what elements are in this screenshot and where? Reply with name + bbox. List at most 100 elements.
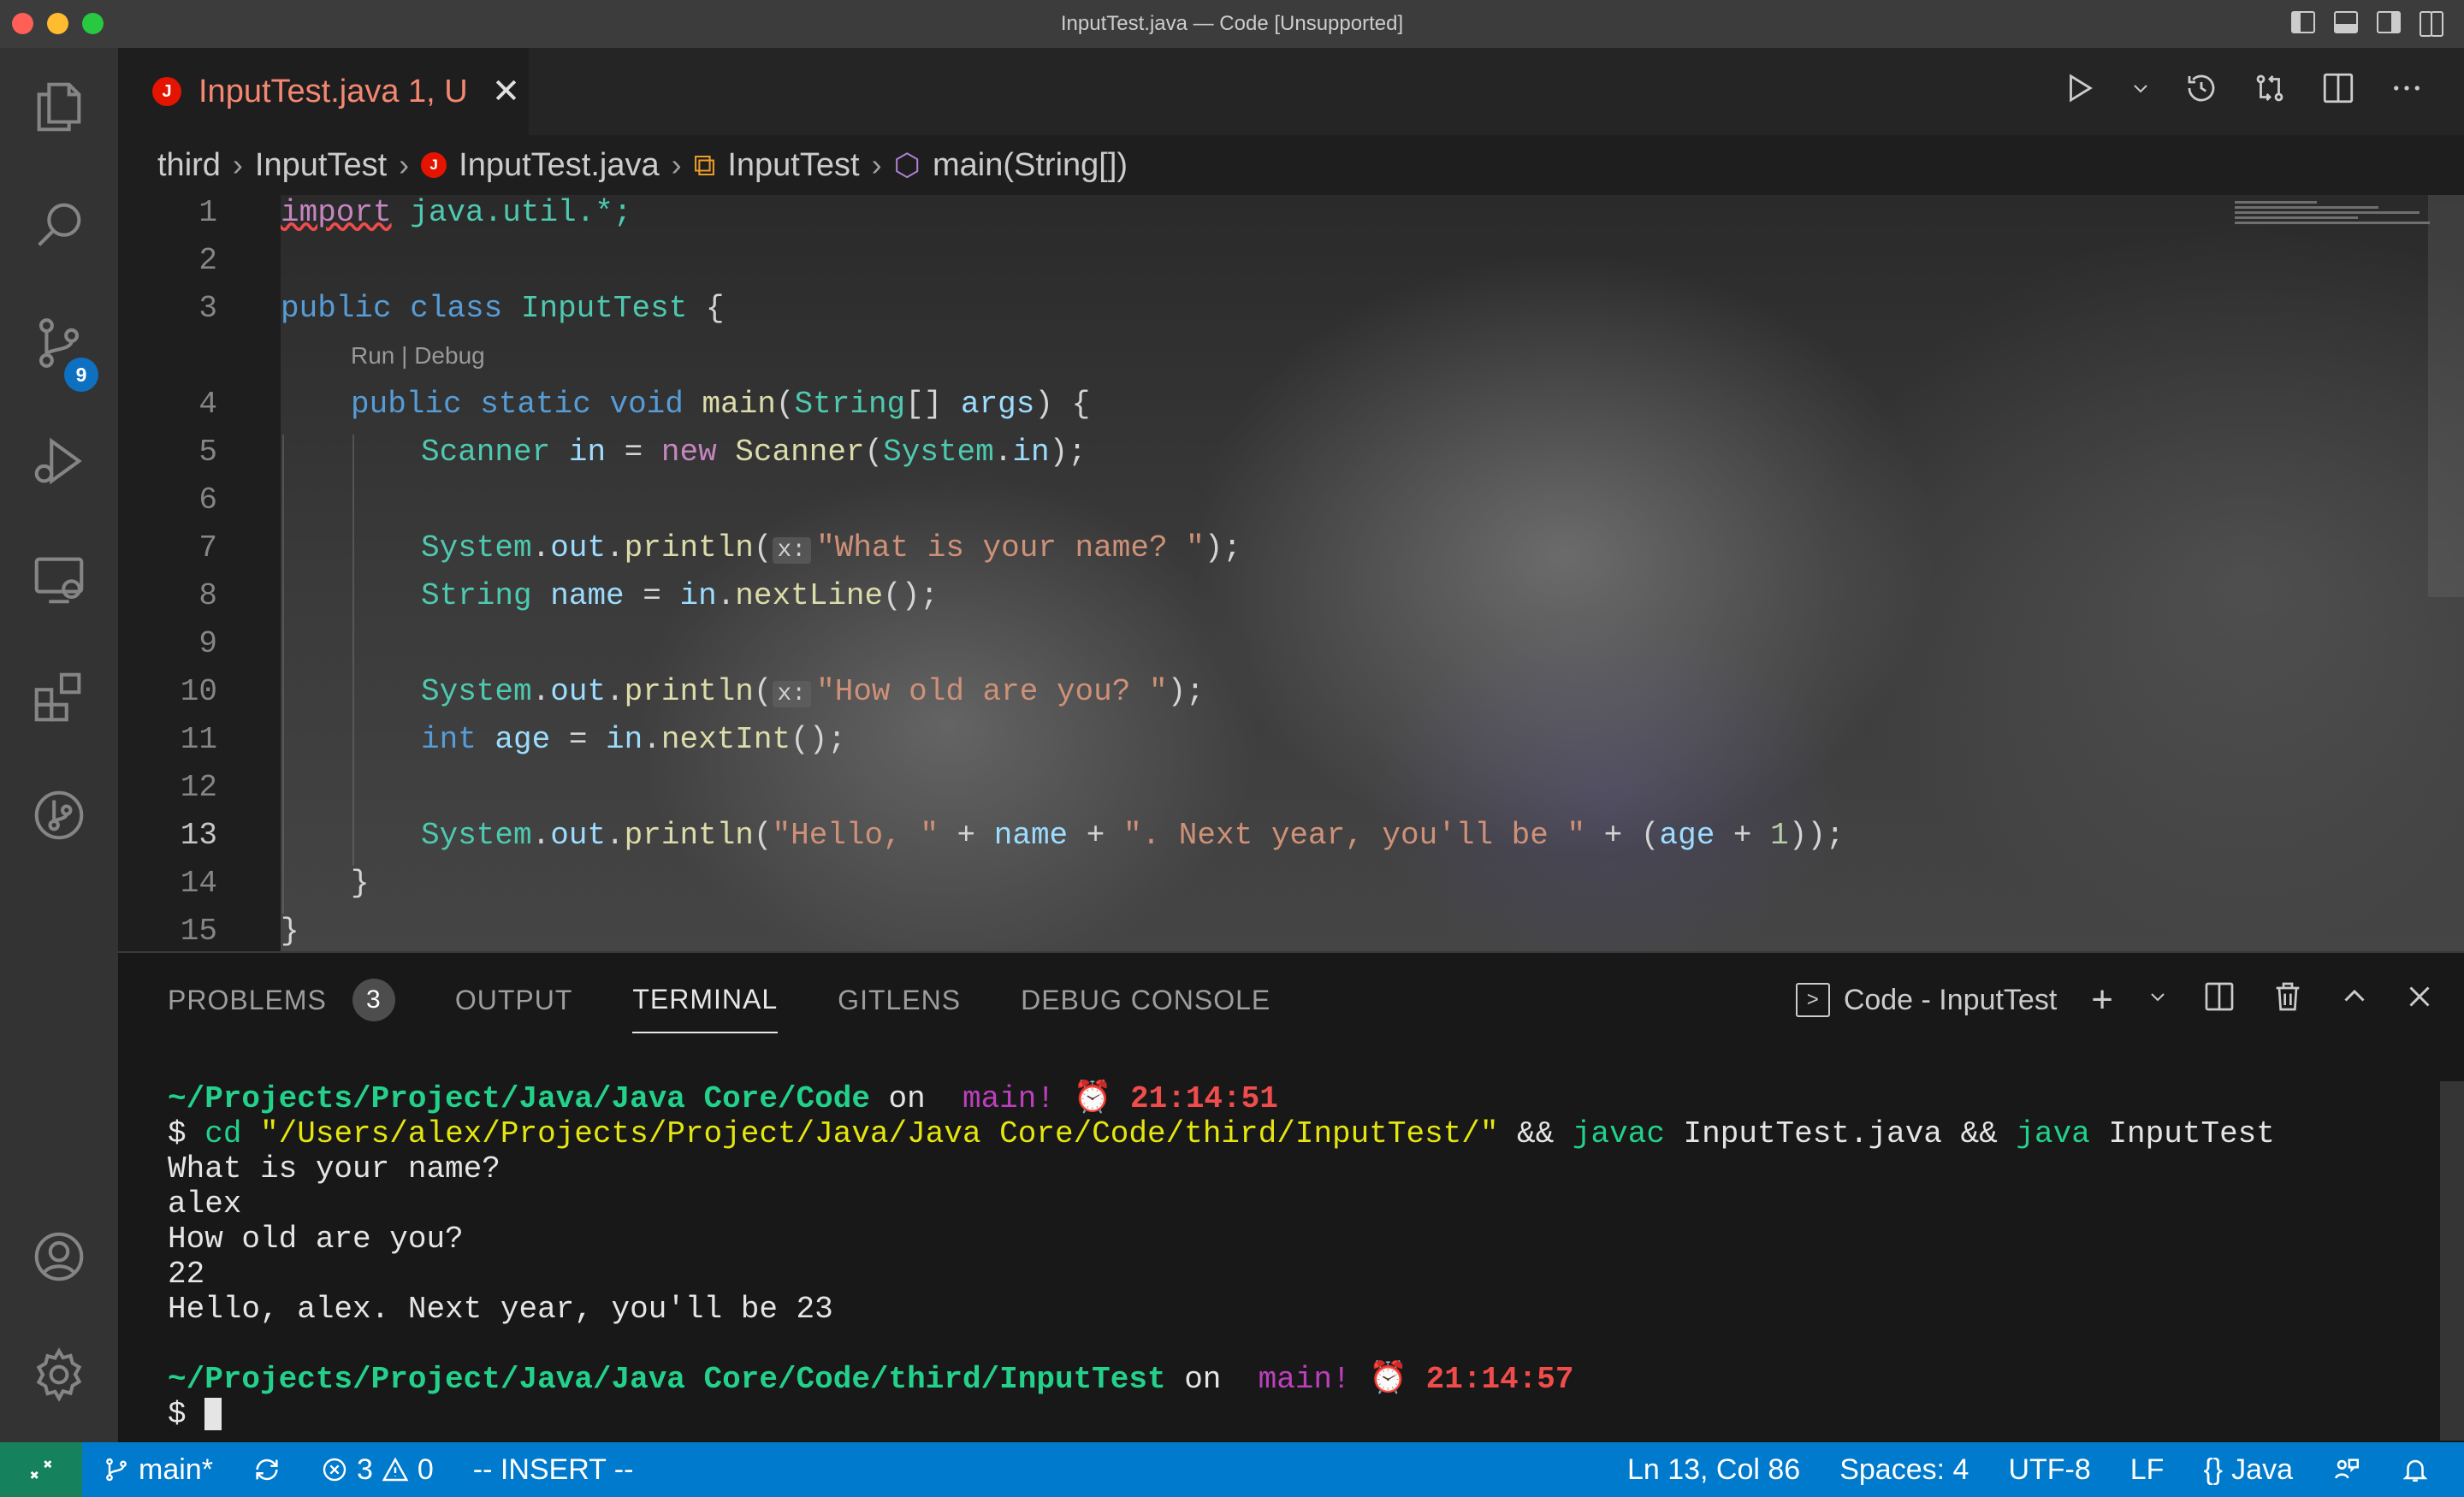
new-terminal-icon[interactable]: + bbox=[2091, 979, 2113, 1021]
source-control-icon[interactable]: 9 bbox=[0, 284, 118, 402]
codelens-run-debug[interactable]: Run | Debug bbox=[351, 342, 485, 370]
line-number: 10 bbox=[180, 674, 217, 709]
code-line-13: System.out.println("Hello, " + name + ".… bbox=[421, 818, 1845, 853]
terminal-output[interactable]: ~/Projects/Project/Java/Java Core/Code o… bbox=[168, 1081, 2409, 1432]
tab-debug-console[interactable]: DEBUG CONSOLE bbox=[1021, 979, 1270, 1033]
braces-icon: {} bbox=[2203, 1453, 2224, 1486]
extensions-icon[interactable] bbox=[0, 638, 118, 756]
java-file-icon: J bbox=[152, 77, 181, 106]
terminal-output-line: 22 bbox=[168, 1257, 205, 1292]
line-number-active: 13 bbox=[180, 818, 217, 853]
code-line-11: int age = in.nextInt(); bbox=[421, 722, 846, 757]
inlay-hint: x: bbox=[772, 537, 812, 564]
source-control-badge: 9 bbox=[64, 358, 98, 392]
toggle-secondary-sidebar-icon[interactable] bbox=[2377, 11, 2401, 33]
tab-problems[interactable]: PROBLEMS 3 bbox=[168, 979, 395, 1033]
chevron-down-icon[interactable] bbox=[2130, 70, 2151, 106]
code-line-8: String name = in.nextLine(); bbox=[421, 578, 939, 613]
tab-label: InputTest.java 1, U bbox=[198, 73, 468, 109]
terminal-selector[interactable]: > Code - InputTest bbox=[1795, 983, 2058, 1017]
editor-actions bbox=[2062, 70, 2425, 106]
breadcrumb-item-folder[interactable]: third bbox=[157, 147, 221, 184]
run-debug-icon[interactable] bbox=[0, 402, 118, 520]
tab-inputtest-java[interactable]: J InputTest.java 1, U ✕ bbox=[118, 48, 529, 135]
breadcrumb-item-subfolder[interactable]: InputTest bbox=[255, 147, 387, 184]
line-number: 12 bbox=[180, 770, 217, 805]
line-number: 4 bbox=[198, 387, 217, 422]
code-line-15: } bbox=[281, 914, 299, 949]
clock-icon: ⏰ bbox=[1350, 1362, 1426, 1397]
line-number: 2 bbox=[198, 243, 217, 278]
account-icon[interactable] bbox=[0, 1198, 118, 1316]
breadcrumb-item-class[interactable]: InputTest bbox=[727, 147, 859, 184]
notifications-button[interactable] bbox=[2401, 1455, 2430, 1484]
terminal-command: $ cd "/Users/alex/Projects/Project/Java/… bbox=[168, 1116, 2275, 1151]
editor-scrollbar[interactable] bbox=[2428, 195, 2464, 597]
indent-guide bbox=[282, 435, 284, 914]
settings-gear-icon[interactable] bbox=[0, 1316, 118, 1434]
close-panel-icon[interactable] bbox=[2404, 981, 2435, 1020]
tab-terminal[interactable]: TERMINAL bbox=[632, 979, 779, 1033]
file-history-icon[interactable] bbox=[2183, 70, 2219, 106]
minimap[interactable] bbox=[2235, 198, 2440, 250]
maximize-panel-icon[interactable] bbox=[2339, 981, 2370, 1020]
breadcrumb-item-file[interactable]: InputTest.java bbox=[459, 147, 659, 184]
toggle-primary-sidebar-icon[interactable] bbox=[2291, 11, 2315, 33]
status-bar: main* 3 0 -- INSERT -- Ln 13, Col 86 Spa… bbox=[0, 1442, 2464, 1497]
feedback-button[interactable] bbox=[2332, 1455, 2361, 1484]
class-symbol-icon: ⧉ bbox=[693, 146, 716, 182]
java-file-icon: J bbox=[421, 152, 447, 178]
panel-actions: > Code - InputTest + bbox=[1795, 979, 2435, 1021]
customize-layout-icon[interactable] bbox=[2420, 11, 2443, 37]
status-bar-right: Ln 13, Col 86 Spaces: 4 UTF-8 LF {} Java bbox=[1627, 1442, 2430, 1497]
warning-icon bbox=[382, 1457, 409, 1482]
chevron-down-icon[interactable] bbox=[2147, 984, 2168, 1017]
more-actions-icon[interactable] bbox=[2389, 70, 2425, 106]
terminal-scrollbar[interactable] bbox=[2440, 1081, 2464, 1441]
line-number: 11 bbox=[180, 722, 217, 757]
remote-explorer-icon[interactable] bbox=[0, 520, 118, 638]
terminal-prompt: ~/Projects/Project/Java/Java Core/Code/t… bbox=[168, 1362, 1574, 1397]
encoding-button[interactable]: UTF-8 bbox=[2008, 1453, 2090, 1487]
remote-indicator-button[interactable] bbox=[0, 1442, 82, 1497]
tab-close-icon[interactable]: ✕ bbox=[492, 72, 521, 111]
error-icon bbox=[323, 1458, 346, 1482]
split-editor-icon[interactable] bbox=[2320, 70, 2356, 106]
cursor-position-button[interactable]: Ln 13, Col 86 bbox=[1627, 1453, 1800, 1487]
terminal-input-line[interactable]: $ bbox=[168, 1397, 2409, 1432]
explorer-icon[interactable] bbox=[0, 48, 118, 166]
run-file-icon[interactable] bbox=[2062, 70, 2098, 106]
problems-status-button[interactable]: 3 0 bbox=[321, 1453, 434, 1487]
clock-icon: ⏰ bbox=[1054, 1081, 1131, 1116]
sync-button[interactable] bbox=[252, 1455, 281, 1484]
code-line-4: public static void main(String[] args) { bbox=[351, 387, 1091, 422]
breadcrumb-item-method[interactable]: main(String[]) bbox=[933, 147, 1128, 184]
line-number: 14 bbox=[180, 866, 217, 901]
indentation-button[interactable]: Spaces: 4 bbox=[1839, 1453, 1969, 1487]
bottom-panel: PROBLEMS 3 OUTPUT TERMINAL GITLENS DEBUG … bbox=[118, 951, 2464, 1442]
inlay-hint: x: bbox=[772, 681, 812, 707]
line-number: 15 bbox=[180, 914, 217, 949]
split-terminal-icon[interactable] bbox=[2202, 979, 2236, 1021]
terminal-name: Code - InputTest bbox=[1843, 983, 2058, 1016]
layout-controls bbox=[2291, 11, 2443, 37]
gitlens-icon[interactable] bbox=[0, 756, 118, 874]
terminal-prompt: ~/Projects/Project/Java/Java Core/Code o… bbox=[168, 1081, 1278, 1116]
activity-bar: 9 bbox=[0, 48, 118, 1442]
open-changes-icon[interactable] bbox=[2252, 70, 2288, 106]
window-title: InputTest.java — Code [Unsupported] bbox=[1060, 12, 1404, 35]
search-icon[interactable] bbox=[0, 166, 118, 284]
terminal-output-line: How old are you? bbox=[168, 1222, 464, 1257]
terminal-output-line: Hello, alex. Next year, you'll be 23 bbox=[168, 1292, 833, 1327]
breadcrumb-chevron-icon: › bbox=[871, 147, 882, 182]
code-line-10: System.out.println(x: "How old are you? "… bbox=[421, 674, 1205, 709]
code-editor[interactable]: 1 2 3 4 5 6 7 8 9 10 11 12 13 14 15 impo… bbox=[118, 195, 2464, 951]
code-line-3: public class InputTest { bbox=[281, 291, 725, 326]
git-branch-button[interactable]: main* bbox=[103, 1453, 213, 1487]
toggle-panel-icon[interactable] bbox=[2334, 11, 2358, 33]
tab-gitlens[interactable]: GITLENS bbox=[838, 979, 961, 1033]
trash-icon[interactable] bbox=[2271, 979, 2305, 1021]
language-mode-button[interactable]: {} Java bbox=[2203, 1453, 2293, 1487]
tab-output[interactable]: OUTPUT bbox=[455, 979, 573, 1033]
end-of-line-button[interactable]: LF bbox=[2130, 1453, 2165, 1487]
